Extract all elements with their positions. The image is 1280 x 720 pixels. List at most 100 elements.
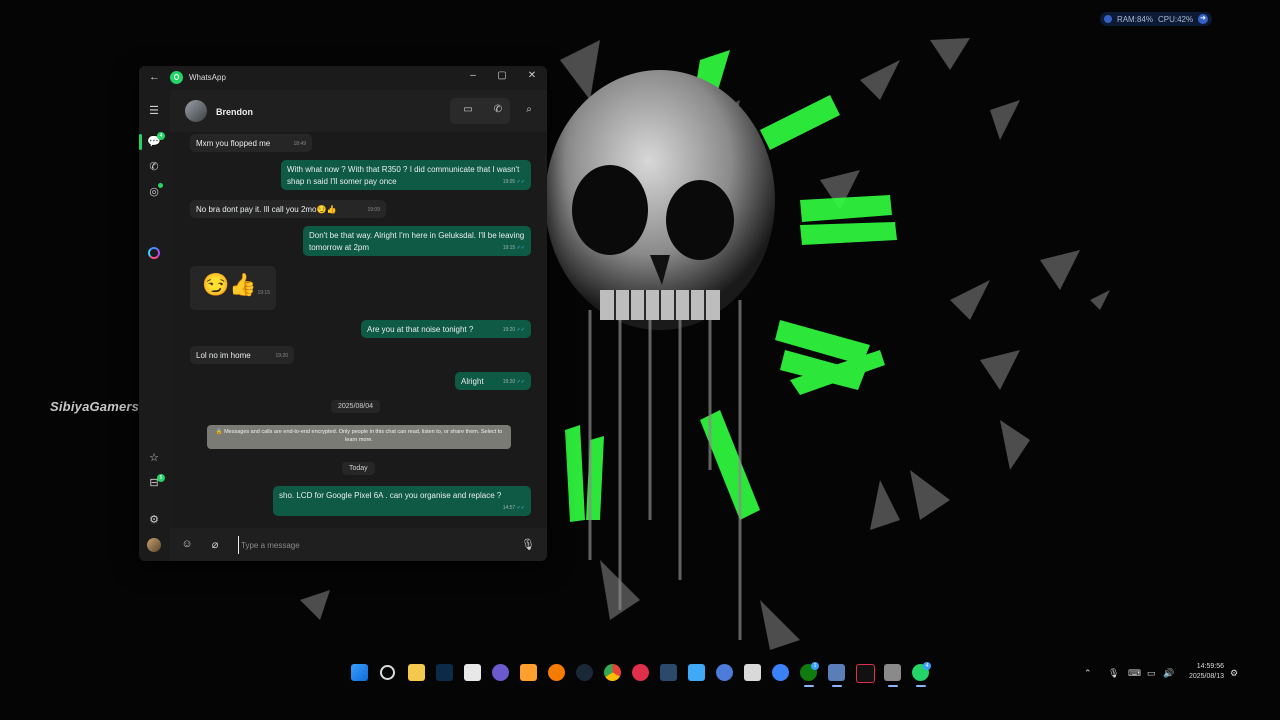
- system-monitor-widget[interactable]: RAM:84% CPU:42% ➜: [1100, 12, 1212, 26]
- app-icon[interactable]: [492, 664, 509, 681]
- volume-icon[interactable]: 🔊: [1163, 668, 1174, 679]
- running-indicator: [888, 685, 898, 687]
- message-composer: ☺ ⌀ 🎙: [170, 528, 547, 561]
- app-icon[interactable]: [772, 664, 789, 681]
- maximize-button[interactable]: ▢: [495, 70, 509, 81]
- whatsapp-logo-icon: [170, 71, 183, 84]
- active-indicator: [139, 134, 142, 150]
- xbox-badge: 1: [811, 662, 819, 670]
- close-button[interactable]: ✕: [525, 70, 539, 81]
- message-bubble[interactable]: Don't be that way. Alright I'm here in G…: [303, 226, 531, 256]
- emoji-icon[interactable]: ☺: [180, 538, 194, 550]
- time-text: 19:05: [502, 179, 516, 185]
- tiktok-icon[interactable]: [856, 664, 875, 683]
- display-icon[interactable]: ▭: [1147, 668, 1156, 679]
- app-icon[interactable]: [548, 664, 565, 681]
- message-bubble[interactable]: Alright 19:20 ✓✓: [455, 372, 531, 390]
- message-bubble[interactable]: Lol no im home 19:20: [190, 346, 294, 364]
- message-bubble[interactable]: Are you at that noise tonight ? 19:20 ✓✓: [361, 320, 531, 338]
- search-icon[interactable]: ⌕: [521, 104, 537, 115]
- search-icon[interactable]: [380, 665, 395, 680]
- message-time: 19:15 ✓✓: [503, 242, 525, 254]
- back-arrow-icon[interactable]: ←: [149, 71, 160, 83]
- keyboard-icon[interactable]: ⌨: [1128, 668, 1141, 679]
- message-time: 19:20: [275, 353, 288, 359]
- message-text: Mxm you flopped me: [196, 139, 271, 148]
- whatsapp-badge: 4: [923, 662, 931, 670]
- menu-icon[interactable]: ☰: [147, 104, 161, 118]
- message-text: With what now ? With that R350 ? I did c…: [287, 165, 520, 186]
- nav-rail: ☰ 💬 4 ✆ ◎ ☆ ⊟ 5 ⚙: [139, 90, 170, 561]
- message-time: 14:57 ✓✓: [503, 502, 525, 514]
- chrome-icon[interactable]: [604, 664, 621, 681]
- message-time: 19:15: [257, 290, 270, 296]
- app-icon[interactable]: [884, 664, 901, 681]
- running-indicator: [916, 685, 926, 687]
- message-list[interactable]: Mxm you flopped me 18:49 With what now ?…: [170, 132, 547, 528]
- message-time: 19:20 ✓✓: [503, 376, 525, 388]
- running-indicator: [832, 685, 842, 687]
- time-text: 19:20: [502, 327, 516, 333]
- message-text: Don't be that way. Alright I'm here in G…: [309, 231, 525, 252]
- attach-icon[interactable]: ⌀: [208, 538, 222, 551]
- encryption-notice[interactable]: 🔒 Messages and calls are end-to-end encr…: [207, 425, 511, 449]
- message-bubble[interactable]: sho. LCD for Google Pixel 6A . can you o…: [273, 486, 531, 516]
- arrow-right-icon[interactable]: ➜: [1198, 14, 1208, 24]
- read-receipt-icon: ✓✓: [516, 327, 525, 333]
- app-icon[interactable]: [660, 664, 677, 681]
- read-receipt-icon: ✓✓: [516, 505, 525, 511]
- clock-date[interactable]: 2025/08/13: [1176, 673, 1224, 680]
- microphone-icon[interactable]: 🎙: [1108, 668, 1119, 679]
- app-icon[interactable]: [632, 664, 649, 681]
- message-emoji: 😏👍: [202, 272, 257, 297]
- settings-gear-icon[interactable]: ⚙: [147, 513, 161, 527]
- file-explorer-icon[interactable]: [408, 664, 425, 681]
- archive-badge: 5: [157, 474, 165, 482]
- app-icon[interactable]: [716, 664, 733, 681]
- contact-name[interactable]: Brendon: [216, 107, 253, 117]
- calls-icon[interactable]: ✆: [147, 160, 161, 174]
- emoji-message-bubble[interactable]: 😏👍 19:15: [190, 266, 276, 310]
- starred-icon[interactable]: ☆: [147, 451, 161, 465]
- chevron-up-icon[interactable]: ⌃: [1084, 668, 1092, 679]
- microphone-icon[interactable]: 🎙: [521, 538, 535, 551]
- photoshop-icon[interactable]: [436, 664, 453, 681]
- taskbar: 1 4 ⌃ 🎙 ⌨ ▭ 🔊 14:59:56 2025/08/13 ⚙: [0, 658, 1280, 690]
- time-text: 19:15: [502, 245, 516, 251]
- time-text: 14:57: [502, 505, 516, 511]
- mic-icon: [1104, 15, 1112, 23]
- read-receipt-icon: ✓✓: [516, 379, 525, 385]
- message-time: 19:20 ✓✓: [503, 324, 525, 336]
- message-bubble[interactable]: With what now ? With that R350 ? I did c…: [281, 160, 531, 190]
- running-indicator: [804, 685, 814, 687]
- app-icon[interactable]: [828, 664, 845, 681]
- read-receipt-icon: ✓✓: [516, 245, 525, 251]
- message-input[interactable]: [238, 536, 513, 554]
- message-bubble[interactable]: No bra dont pay it. Ill call you 2mo😏👍 1…: [190, 200, 386, 218]
- window-title: WhatsApp: [189, 73, 226, 82]
- cpu-readout: CPU:42%: [1157, 14, 1194, 24]
- profile-avatar[interactable]: [147, 538, 161, 552]
- chats-badge: 4: [157, 132, 165, 140]
- message-bubble[interactable]: Mxm you flopped me 18:49: [190, 134, 312, 152]
- message-text: sho. LCD for Google Pixel 6A . can you o…: [279, 491, 502, 500]
- notifications-icon[interactable]: ⚙: [1230, 668, 1238, 679]
- app-icon[interactable]: [744, 664, 761, 681]
- video-call-icon[interactable]: ▭: [460, 104, 476, 115]
- clock-time[interactable]: 14:59:56: [1176, 663, 1224, 670]
- voice-call-icon[interactable]: ✆: [490, 104, 506, 115]
- message-time: 19:05 ✓✓: [503, 176, 525, 188]
- chat-header: Brendon ▭ ✆ ⌕: [170, 90, 547, 132]
- store-icon[interactable]: [464, 664, 481, 681]
- steam-icon[interactable]: [576, 664, 593, 681]
- title-bar: ← WhatsApp – ▢ ✕: [139, 66, 547, 90]
- contact-avatar[interactable]: [185, 100, 207, 122]
- minimize-button[interactable]: –: [466, 70, 480, 81]
- app-icon[interactable]: [520, 664, 537, 681]
- app-icon[interactable]: [688, 664, 705, 681]
- meta-ai-icon[interactable]: [148, 247, 160, 259]
- message-text: Are you at that noise tonight ?: [367, 325, 474, 334]
- whatsapp-window: ← WhatsApp – ▢ ✕ ☰ 💬 4 ✆ ◎ ☆ ⊟ 5 ⚙ Brend…: [139, 66, 547, 561]
- message-text: No bra dont pay it. Ill call you 2mo😏👍: [196, 205, 337, 214]
- start-windows-icon[interactable]: [351, 664, 368, 681]
